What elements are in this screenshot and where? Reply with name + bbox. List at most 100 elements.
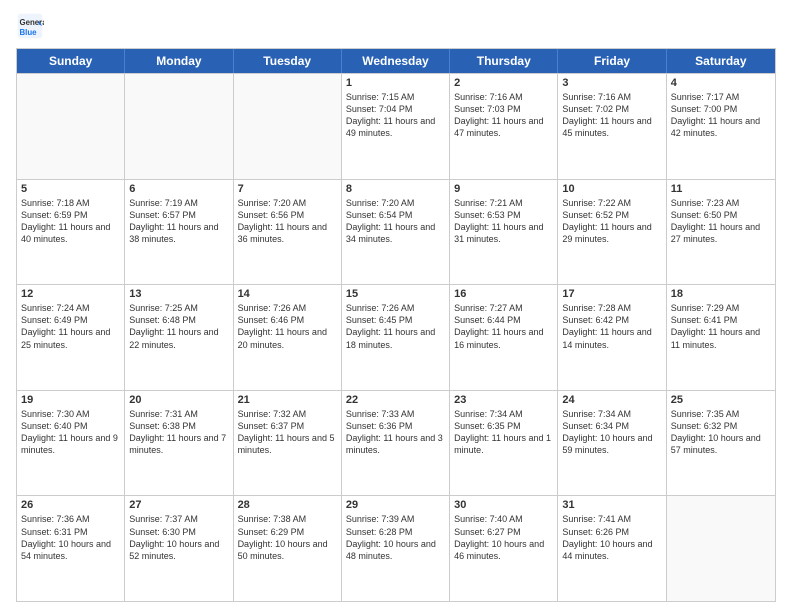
cal-row-2: 12Sunrise: 7:24 AMSunset: 6:49 PMDayligh… — [17, 284, 775, 390]
cal-cell-4-0: 26 Sunrise: 7:36 AMSunset: 6:31 PMDayligh… — [17, 496, 125, 601]
day-number: 27 — [129, 499, 228, 511]
calendar-header-row: SundayMondayTuesdayWednesdayThursdayFrid… — [17, 49, 775, 73]
cal-cell-0-2 — [234, 74, 342, 179]
day-number: 26 — [21, 499, 120, 511]
cal-cell-4-4: 30 Sunrise: 7:40 AMSunset: 6:27 PMDayligh… — [450, 496, 558, 601]
day-info: Sunrise: 7:22 AMSunset: 6:52 PMDaylight:… — [562, 197, 661, 246]
cal-row-1: 5Sunrise: 7:18 AMSunset: 6:59 PMDaylight… — [17, 179, 775, 285]
header-cell-friday: Friday — [558, 49, 666, 73]
day-info: Sunrise: 7:34 AMSunset: 6:34 PMDaylight:… — [562, 408, 661, 457]
cal-cell-2-2: 14Sunrise: 7:26 AMSunset: 6:46 PMDayligh… — [234, 285, 342, 390]
day-info: Sunrise: 7:19 AMSunset: 6:57 PMDaylight:… — [129, 197, 228, 246]
cal-cell-0-3: 1Sunrise: 7:15 AMSunset: 7:04 PMDaylight… — [342, 74, 450, 179]
day-info: Sunrise: 7:25 AMSunset: 6:48 PMDaylight:… — [129, 302, 228, 351]
cal-row-3: 19 Sunrise: 7:30 AMSunset: 6:40 PMDayligh… — [17, 390, 775, 496]
day-info: Sunrise: 7:34 AMSunset: 6:35 PMDaylight:… — [454, 408, 553, 457]
day-info: Sunrise: 7:37 AMSunset: 6:30 PMDaylight:… — [129, 513, 228, 562]
day-info: Sunrise: 7:16 AMSunset: 7:03 PMDaylight:… — [454, 91, 553, 140]
cal-cell-1-6: 11 Sunrise: 7:23 AMSunset: 6:50 PMDayligh… — [667, 180, 775, 285]
day-number: 17 — [562, 288, 661, 300]
cal-cell-3-2: 21Sunrise: 7:32 AMSunset: 6:37 PMDayligh… — [234, 391, 342, 496]
cal-cell-1-3: 8 Sunrise: 7:20 AMSunset: 6:54 PMDaylight… — [342, 180, 450, 285]
day-number: 16 — [454, 288, 553, 300]
day-number: 1 — [346, 77, 445, 89]
day-info: Sunrise: 7:28 AMSunset: 6:42 PMDaylight:… — [562, 302, 661, 351]
day-info: Sunrise: 7:26 AMSunset: 6:46 PMDaylight:… — [238, 302, 337, 351]
cal-cell-3-5: 24 Sunrise: 7:34 AMSunset: 6:34 PMDayligh… — [558, 391, 666, 496]
cal-cell-2-5: 17 Sunrise: 7:28 AMSunset: 6:42 PMDayligh… — [558, 285, 666, 390]
cal-cell-0-5: 3 Sunrise: 7:16 AMSunset: 7:02 PMDaylight… — [558, 74, 666, 179]
day-number: 4 — [671, 77, 771, 89]
day-number: 8 — [346, 183, 445, 195]
svg-text:General: General — [20, 18, 45, 27]
cal-cell-2-0: 12Sunrise: 7:24 AMSunset: 6:49 PMDayligh… — [17, 285, 125, 390]
day-info: Sunrise: 7:32 AMSunset: 6:37 PMDaylight:… — [238, 408, 337, 457]
day-info: Sunrise: 7:26 AMSunset: 6:45 PMDaylight:… — [346, 302, 445, 351]
day-info: Sunrise: 7:27 AMSunset: 6:44 PMDaylight:… — [454, 302, 553, 351]
day-info: Sunrise: 7:36 AMSunset: 6:31 PMDaylight:… — [21, 513, 120, 562]
cal-cell-3-1: 20 Sunrise: 7:31 AMSunset: 6:38 PMDayligh… — [125, 391, 233, 496]
day-number: 7 — [238, 183, 337, 195]
day-number: 23 — [454, 394, 553, 406]
cal-cell-4-1: 27 Sunrise: 7:37 AMSunset: 6:30 PMDayligh… — [125, 496, 233, 601]
cal-cell-3-0: 19 Sunrise: 7:30 AMSunset: 6:40 PMDayligh… — [17, 391, 125, 496]
cal-cell-1-0: 5Sunrise: 7:18 AMSunset: 6:59 PMDaylight… — [17, 180, 125, 285]
header: General Blue — [16, 12, 776, 40]
day-info: Sunrise: 7:16 AMSunset: 7:02 PMDaylight:… — [562, 91, 661, 140]
day-number: 20 — [129, 394, 228, 406]
cal-cell-0-4: 2Sunrise: 7:16 AMSunset: 7:03 PMDaylight… — [450, 74, 558, 179]
day-info: Sunrise: 7:30 AMSunset: 6:40 PMDaylight:… — [21, 408, 120, 457]
svg-text:Blue: Blue — [20, 28, 38, 37]
calendar: SundayMondayTuesdayWednesdayThursdayFrid… — [16, 48, 776, 602]
cal-cell-1-1: 6 Sunrise: 7:19 AMSunset: 6:57 PMDaylight… — [125, 180, 233, 285]
cal-cell-0-6: 4 Sunrise: 7:17 AMSunset: 7:00 PMDaylight… — [667, 74, 775, 179]
day-info: Sunrise: 7:24 AMSunset: 6:49 PMDaylight:… — [21, 302, 120, 351]
cal-cell-2-6: 18 Sunrise: 7:29 AMSunset: 6:41 PMDayligh… — [667, 285, 775, 390]
cal-cell-4-6 — [667, 496, 775, 601]
day-number: 30 — [454, 499, 553, 511]
day-info: Sunrise: 7:20 AMSunset: 6:54 PMDaylight:… — [346, 197, 445, 246]
cal-cell-1-2: 7Sunrise: 7:20 AMSunset: 6:56 PMDaylight… — [234, 180, 342, 285]
cal-cell-0-0 — [17, 74, 125, 179]
calendar-body: 1Sunrise: 7:15 AMSunset: 7:04 PMDaylight… — [17, 73, 775, 601]
cal-cell-4-3: 29Sunrise: 7:39 AMSunset: 6:28 PMDayligh… — [342, 496, 450, 601]
day-number: 29 — [346, 499, 445, 511]
cal-cell-3-6: 25Sunrise: 7:35 AMSunset: 6:32 PMDayligh… — [667, 391, 775, 496]
day-number: 11 — [671, 183, 771, 195]
header-cell-wednesday: Wednesday — [342, 49, 450, 73]
day-number: 22 — [346, 394, 445, 406]
header-cell-sunday: Sunday — [17, 49, 125, 73]
day-info: Sunrise: 7:23 AMSunset: 6:50 PMDaylight:… — [671, 197, 771, 246]
cal-cell-2-3: 15Sunrise: 7:26 AMSunset: 6:45 PMDayligh… — [342, 285, 450, 390]
header-cell-saturday: Saturday — [667, 49, 775, 73]
day-number: 9 — [454, 183, 553, 195]
day-info: Sunrise: 7:17 AMSunset: 7:00 PMDaylight:… — [671, 91, 771, 140]
cal-cell-1-4: 9 Sunrise: 7:21 AMSunset: 6:53 PMDaylight… — [450, 180, 558, 285]
day-number: 31 — [562, 499, 661, 511]
day-info: Sunrise: 7:29 AMSunset: 6:41 PMDaylight:… — [671, 302, 771, 351]
day-number: 3 — [562, 77, 661, 89]
page: General Blue SundayMondayTuesdayWednesda… — [0, 0, 792, 612]
cal-cell-2-1: 13 Sunrise: 7:25 AMSunset: 6:48 PMDayligh… — [125, 285, 233, 390]
day-info: Sunrise: 7:33 AMSunset: 6:36 PMDaylight:… — [346, 408, 445, 457]
day-info: Sunrise: 7:41 AMSunset: 6:26 PMDaylight:… — [562, 513, 661, 562]
day-number: 13 — [129, 288, 228, 300]
logo-icon: General Blue — [16, 12, 44, 40]
day-info: Sunrise: 7:31 AMSunset: 6:38 PMDaylight:… — [129, 408, 228, 457]
day-number: 19 — [21, 394, 120, 406]
header-cell-thursday: Thursday — [450, 49, 558, 73]
header-cell-monday: Monday — [125, 49, 233, 73]
day-info: Sunrise: 7:21 AMSunset: 6:53 PMDaylight:… — [454, 197, 553, 246]
cal-cell-3-4: 23 Sunrise: 7:34 AMSunset: 6:35 PMDayligh… — [450, 391, 558, 496]
cal-cell-3-3: 22 Sunrise: 7:33 AMSunset: 6:36 PMDayligh… — [342, 391, 450, 496]
day-number: 6 — [129, 183, 228, 195]
day-number: 28 — [238, 499, 337, 511]
day-number: 24 — [562, 394, 661, 406]
day-number: 10 — [562, 183, 661, 195]
header-cell-tuesday: Tuesday — [234, 49, 342, 73]
day-info: Sunrise: 7:35 AMSunset: 6:32 PMDaylight:… — [671, 408, 771, 457]
day-info: Sunrise: 7:18 AMSunset: 6:59 PMDaylight:… — [21, 197, 120, 246]
day-info: Sunrise: 7:40 AMSunset: 6:27 PMDaylight:… — [454, 513, 553, 562]
cal-cell-1-5: 10 Sunrise: 7:22 AMSunset: 6:52 PMDayligh… — [558, 180, 666, 285]
day-number: 18 — [671, 288, 771, 300]
